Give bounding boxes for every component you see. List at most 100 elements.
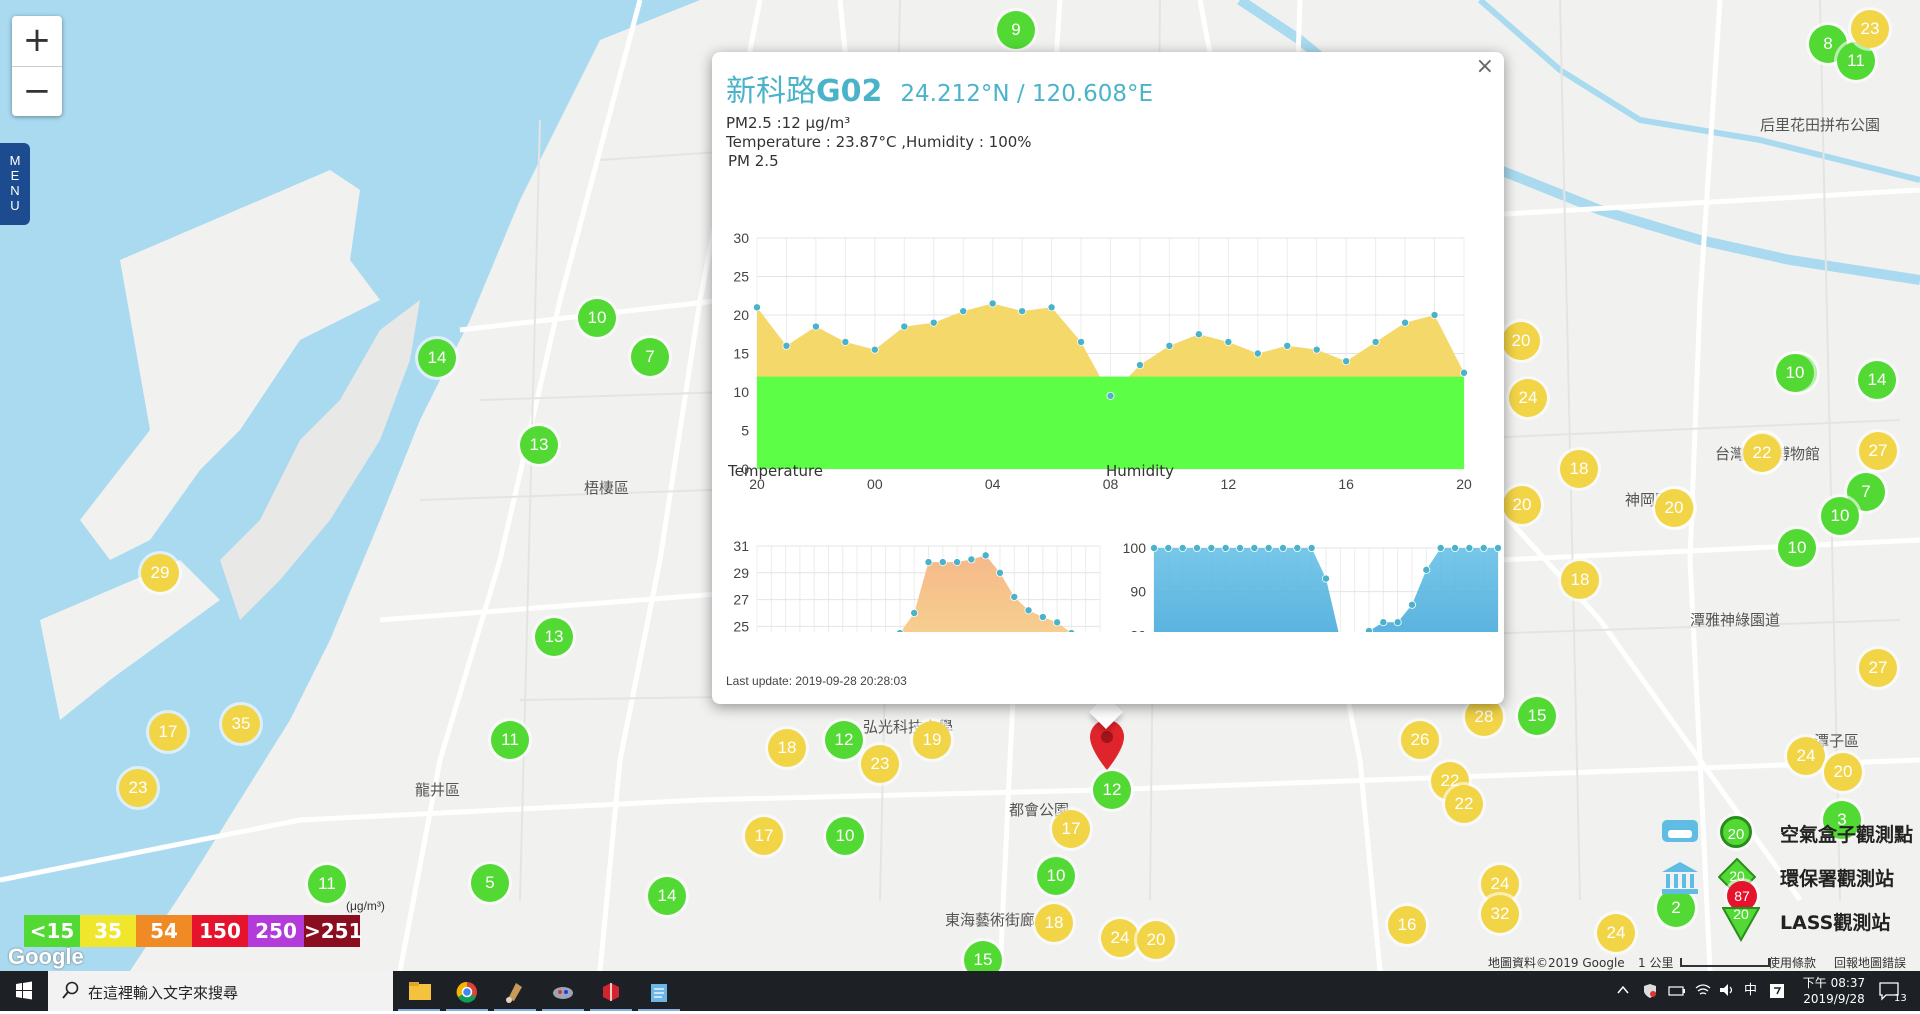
airbox-marker-sample: 20 — [1720, 816, 1752, 848]
station-marker[interactable]: 15 — [964, 941, 1002, 971]
menu-tab[interactable]: MENU — [0, 143, 30, 225]
station-marker[interactable]: 11 — [308, 865, 346, 903]
data-point — [1106, 391, 1115, 400]
station-marker[interactable]: 24 — [1787, 737, 1825, 775]
station-marker[interactable]: 22 — [1445, 785, 1483, 823]
notepad-icon[interactable] — [638, 975, 680, 1011]
shield-icon[interactable] — [1642, 983, 1658, 999]
map-scale: 1 公里 — [1638, 956, 1674, 970]
scale-bar-icon — [1680, 958, 1770, 967]
data-point — [929, 318, 938, 327]
station-marker[interactable]: 20 — [1502, 322, 1540, 360]
station-popup: × 新科路G02 24.212°N / 120.608°E PM2.5 :12 μ… — [712, 52, 1504, 704]
station-marker[interactable]: 24 — [1597, 914, 1635, 952]
sketch-app-icon[interactable] — [542, 975, 584, 1011]
station-marker[interactable]: 23 — [1851, 10, 1889, 48]
station-marker[interactable]: 5 — [471, 864, 509, 902]
station-marker[interactable]: 35 — [222, 705, 260, 743]
data-point — [1077, 337, 1086, 346]
station-marker[interactable]: 11 — [491, 721, 529, 759]
station-marker[interactable]: 24 — [1101, 919, 1139, 957]
windows-start-icon[interactable] — [0, 971, 48, 1011]
station-marker[interactable]: 20 — [1655, 489, 1693, 527]
station-marker[interactable]: 22 — [1743, 434, 1781, 472]
station-marker[interactable]: 12 — [1093, 771, 1131, 809]
data-point — [1047, 303, 1056, 312]
station-marker[interactable]: 18 — [1560, 450, 1598, 488]
station-marker[interactable]: 10 — [1776, 354, 1814, 392]
data-point — [1178, 544, 1187, 553]
station-marker[interactable]: 27 — [1859, 432, 1897, 470]
station-marker[interactable]: 32 — [1481, 895, 1519, 933]
station-marker[interactable]: 12 — [825, 721, 863, 759]
station-marker[interactable]: 18 — [1561, 561, 1599, 599]
station-marker[interactable]: 18 — [1035, 904, 1073, 942]
y-tick-label: 31 — [733, 538, 749, 554]
station-marker[interactable]: 17 — [1052, 810, 1090, 848]
data-point — [900, 322, 909, 331]
station-marker[interactable]: 27 — [1859, 649, 1897, 687]
station-marker[interactable]: 29 — [141, 554, 179, 592]
station-marker[interactable]: 20 — [1137, 921, 1175, 959]
station-marker[interactable]: 20 — [1824, 753, 1862, 791]
chevron-up-icon[interactable] — [1616, 983, 1630, 997]
station-marker[interactable]: 18 — [768, 729, 806, 767]
station-marker[interactable]: 10 — [826, 817, 864, 855]
station-marker[interactable]: 20 — [1503, 486, 1541, 524]
file-explorer-icon[interactable] — [398, 975, 440, 1011]
sketchup-icon[interactable] — [590, 975, 632, 1011]
ime-indicator[interactable]: 中 — [1744, 983, 1757, 999]
station-marker[interactable]: 9 — [997, 11, 1035, 49]
data-point — [1283, 341, 1292, 350]
chrome-icon[interactable] — [446, 975, 488, 1011]
data-point — [1430, 310, 1439, 319]
report-link[interactable]: 回報地圖錯誤 — [1834, 954, 1906, 971]
station-marker[interactable]: 24 — [1509, 379, 1547, 417]
station-marker[interactable]: 13 — [520, 426, 558, 464]
station-marker[interactable]: 7 — [631, 338, 669, 376]
station-marker[interactable]: 14 — [648, 877, 686, 915]
taskbar-clock[interactable]: 下午 08:37 2019/9/28 — [1798, 975, 1870, 1007]
station-marker[interactable]: 23 — [861, 745, 899, 783]
station-marker[interactable]: 10 — [1778, 529, 1816, 567]
paint-app-icon[interactable] — [494, 975, 536, 1011]
keyboard-layout-icon[interactable] — [1768, 982, 1786, 1000]
station-marker[interactable]: 10 — [1037, 857, 1075, 895]
place-label: 梧棲區 — [584, 479, 630, 497]
station-marker[interactable]: 26 — [1401, 721, 1439, 759]
station-name: 新科路 — [726, 74, 816, 109]
y-tick-label: 25 — [733, 618, 749, 632]
station-marker[interactable]: 16 — [1388, 906, 1426, 944]
pm25-color-legend: <15 35 54 150 250 >251 — [24, 915, 363, 947]
close-icon[interactable]: × — [1476, 54, 1494, 79]
station-marker[interactable]: 17 — [149, 713, 187, 751]
wifi-icon[interactable] — [1694, 982, 1712, 998]
station-marker[interactable]: 13 — [535, 618, 573, 656]
station-marker[interactable]: 10 — [578, 299, 616, 337]
data-point — [1407, 600, 1416, 609]
station-marker[interactable]: 14 — [1858, 361, 1896, 399]
station-marker[interactable]: 10 — [1821, 497, 1859, 535]
menu-label: MENU — [9, 153, 21, 213]
map-canvas[interactable]: 梧棲區 龍井區 都會公園 東海藝術街廊 弘光科技大學 神岡區 后里花田拼布公園 … — [0, 0, 1920, 971]
station-marker[interactable]: 14 — [418, 339, 456, 377]
station-marker[interactable]: 19 — [913, 721, 951, 759]
volume-icon[interactable] — [1718, 982, 1736, 998]
station-marker[interactable]: 17 — [745, 817, 783, 855]
data-point — [938, 558, 947, 567]
data-point — [981, 551, 990, 560]
search-input[interactable]: 在這裡輸入文字來搜尋 — [88, 982, 238, 1003]
map-copyright[interactable]: 地圖資料©2019 Google — [1488, 954, 1625, 971]
zoom-out-button[interactable]: − — [12, 66, 62, 116]
data-point — [870, 345, 879, 354]
battery-icon[interactable] — [1668, 983, 1686, 999]
terms-link[interactable]: 使用條款 — [1768, 954, 1816, 971]
taskbar-search[interactable]: 在這裡輸入文字來搜尋 — [48, 971, 393, 1011]
zoom-in-button[interactable]: + — [12, 16, 62, 66]
popup-title: 新科路G02 24.212°N / 120.608°E — [726, 66, 1153, 110]
legend-cell: 35 — [80, 915, 136, 947]
station-legend-lass: 87 20 LASS觀測站 — [1658, 881, 1920, 944]
data-point — [1371, 337, 1380, 346]
station-marker[interactable]: 23 — [119, 769, 157, 807]
station-marker[interactable]: 15 — [1518, 697, 1556, 735]
